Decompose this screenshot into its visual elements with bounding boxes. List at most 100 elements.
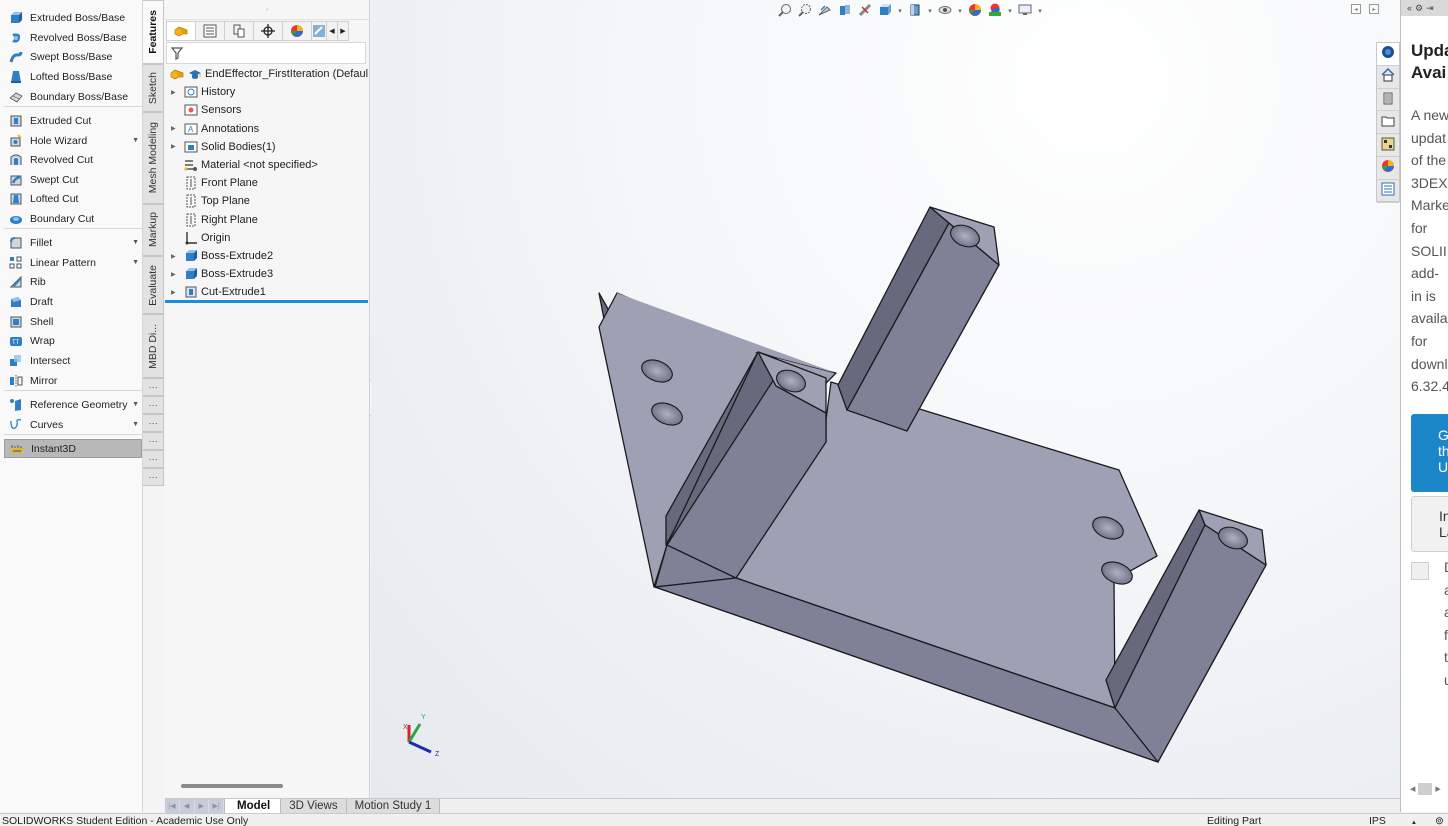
tab-3d-views[interactable]: 3D Views — [281, 799, 347, 813]
command-label: Rib — [30, 275, 46, 288]
command-boundary-boss-base[interactable]: Boundary Boss/Base — [4, 87, 142, 106]
command-swept-boss-base[interactable]: Swept Boss/Base — [4, 47, 142, 66]
scroll-left-icon[interactable]: ◀ — [1410, 785, 1415, 793]
scroll-right-icon[interactable]: ▶ — [337, 21, 349, 41]
command-mirror[interactable]: Mirror — [4, 371, 142, 390]
task-pane-tab-home[interactable] — [1377, 66, 1399, 89]
next-tab-icon[interactable]: ▶ — [195, 799, 210, 813]
expand-arrow-icon[interactable]: ▶ — [171, 271, 179, 278]
dimxpert-manager-tab[interactable] — [253, 21, 283, 41]
task-pane-tab-view-palette[interactable] — [1377, 134, 1399, 157]
tree-item-cut-extrude1[interactable]: ▶ Cut-Extrude1 — [165, 283, 370, 301]
more-tabs[interactable]: ⋮ — [143, 414, 164, 432]
command-boundary-cut[interactable]: Boundary Cut — [4, 209, 142, 228]
more-tabs[interactable]: ⋮ — [143, 450, 164, 468]
chevron-down-icon[interactable]: ▼ — [132, 239, 139, 246]
tab-markup[interactable]: Markup — [143, 204, 164, 256]
cam-tab[interactable] — [311, 21, 327, 41]
more-tabs[interactable]: ⋮ — [143, 378, 164, 396]
tree-item-right-plane[interactable]: Right Plane — [165, 211, 370, 229]
tab-mesh-modeling[interactable]: Mesh Modeling — [143, 112, 164, 204]
command-extruded-boss-base[interactable]: Extruded Boss/Base — [4, 8, 142, 27]
command-fillet[interactable]: Fillet ▼ — [4, 233, 142, 252]
chevron-down-icon[interactable]: ▼ — [132, 137, 139, 144]
command-intersect[interactable]: Intersect — [4, 351, 142, 370]
tree-item-material-not-specified[interactable]: Material <not specified> — [165, 156, 370, 174]
expand-arrow-icon[interactable]: ▶ — [171, 89, 179, 96]
prev-tab-icon[interactable]: ◀ — [180, 799, 195, 813]
tab-model[interactable]: Model — [225, 799, 282, 813]
tree-item-boss-extrude2[interactable]: ▶ Boss-Extrude2 — [165, 247, 370, 265]
task-pane-back-button[interactable]: « — [1407, 3, 1412, 13]
command-wrap[interactable]: TT Wrap — [4, 331, 142, 350]
task-pane-tab-solidworks-resources[interactable] — [1377, 43, 1399, 66]
expand-arrow-icon[interactable]: ▶ — [171, 125, 179, 132]
display-manager-tab[interactable] — [282, 21, 312, 41]
command-lofted-cut[interactable]: Lofted Cut — [4, 189, 142, 208]
more-tabs[interactable]: ⋮ — [143, 468, 164, 486]
command-revolved-boss-base[interactable]: Revolved Boss/Base — [4, 28, 142, 47]
tab-evaluate[interactable]: Evaluate — [143, 256, 164, 314]
rebuild-status-icon[interactable]: ⊚ — [1435, 815, 1444, 826]
tab-mbd-di[interactable]: MBD Di... — [143, 314, 164, 378]
graphics-area[interactable]: ▾ ▾ ▾ ▾ ▾ ◂ ▸ X Y Z — [371, 0, 1400, 798]
status-caret[interactable]: ▲ — [1411, 817, 1417, 826]
chevron-down-icon[interactable]: ▼ — [132, 421, 139, 428]
tree-item-solid-bodies-1[interactable]: ▶ Solid Bodies(1) — [165, 138, 370, 156]
expand-arrow-icon[interactable]: ▶ — [171, 143, 179, 150]
command-extruded-cut[interactable]: Extruded Cut — [4, 111, 142, 130]
gear-icon[interactable]: ⚙ — [1415, 3, 1423, 14]
chevron-down-icon[interactable]: ▼ — [132, 259, 139, 266]
expand-arrow-icon[interactable]: ▶ — [171, 289, 179, 296]
command-hole-wizard[interactable]: Hole Wizard ▼ — [4, 131, 142, 150]
scroll-thumb[interactable] — [1418, 783, 1433, 795]
first-tab-icon[interactable]: |◀ — [165, 799, 180, 813]
command-curves[interactable]: Curves ▼ — [4, 415, 142, 434]
install-later-button[interactable]: InLa — [1411, 496, 1448, 552]
rollback-bar[interactable] — [165, 300, 368, 303]
feature-manager-tab[interactable] — [166, 21, 196, 41]
property-manager-tab[interactable] — [195, 21, 225, 41]
dont-ask-checkbox[interactable] — [1411, 562, 1429, 580]
tree-item-origin[interactable]: Origin — [165, 229, 370, 247]
tree-item-top-plane[interactable]: Top Plane — [165, 192, 370, 210]
get-update-button[interactable]: GthU — [1411, 414, 1448, 492]
command-linear-pattern[interactable]: Linear Pattern ▼ — [4, 253, 142, 272]
configuration-manager-tab[interactable] — [224, 21, 254, 41]
scroll-right-icon[interactable]: ▶ — [1435, 785, 1440, 793]
more-tabs[interactable]: ⋮ — [143, 396, 164, 414]
expand-arrow-icon[interactable]: ▶ — [171, 253, 179, 260]
tree-item-annotations[interactable]: ▶ A Annotations — [165, 120, 370, 138]
unit-system-button[interactable]: IPS — [1369, 815, 1386, 826]
task-pane-tab-file-explorer[interactable] — [1377, 111, 1399, 135]
tab-features[interactable]: Features — [143, 0, 164, 64]
command-reference-geometry[interactable]: Reference Geometry ▼ — [4, 395, 142, 414]
command-revolved-cut[interactable]: Revolved Cut — [4, 150, 142, 169]
task-pane-horizontal-scrollbar[interactable]: ◀ ▶ — [1410, 782, 1448, 796]
tree-item-boss-extrude3[interactable]: ▶ Boss-Extrude3 — [165, 265, 370, 283]
chevron-down-icon[interactable]: ▼ — [132, 401, 139, 408]
command-shell[interactable]: Shell — [4, 312, 142, 331]
command-draft[interactable]: Draft — [4, 292, 142, 311]
command-swept-cut[interactable]: Swept Cut — [4, 170, 142, 189]
tree-filter-input[interactable] — [166, 42, 366, 64]
tree-root-part[interactable]: EndEffector_FirstIteration (Defaul — [165, 65, 370, 83]
last-tab-icon[interactable]: ▶| — [209, 799, 224, 813]
command-instant3d[interactable]: Instant3D — [4, 439, 142, 458]
task-pane-tab-custom-properties[interactable] — [1377, 180, 1399, 203]
part-model-view[interactable]: X Y Z — [371, 0, 1400, 798]
tree-item-front-plane[interactable]: Front Plane — [165, 174, 370, 192]
pin-icon[interactable]: ⇥ — [1426, 3, 1434, 14]
tab-motion-study-1[interactable]: Motion Study 1 — [346, 799, 441, 813]
command-lofted-boss-base[interactable]: Lofted Boss/Base — [4, 67, 142, 86]
task-pane-tab-appearances[interactable] — [1377, 157, 1399, 180]
more-tabs[interactable]: ⋮ — [143, 432, 164, 450]
tree-item-history[interactable]: ▶ History — [165, 83, 370, 101]
tree-item-sensors[interactable]: Sensors — [165, 101, 370, 119]
tab-sketch[interactable]: Sketch — [143, 64, 164, 112]
tree-horizontal-scrollbar[interactable] — [181, 784, 283, 788]
panel-gripper[interactable]: ◦ — [165, 0, 369, 20]
triad-x-label: X — [403, 724, 408, 731]
command-rib[interactable]: Rib — [4, 272, 142, 291]
task-pane-tab-design-library[interactable] — [1377, 89, 1399, 112]
